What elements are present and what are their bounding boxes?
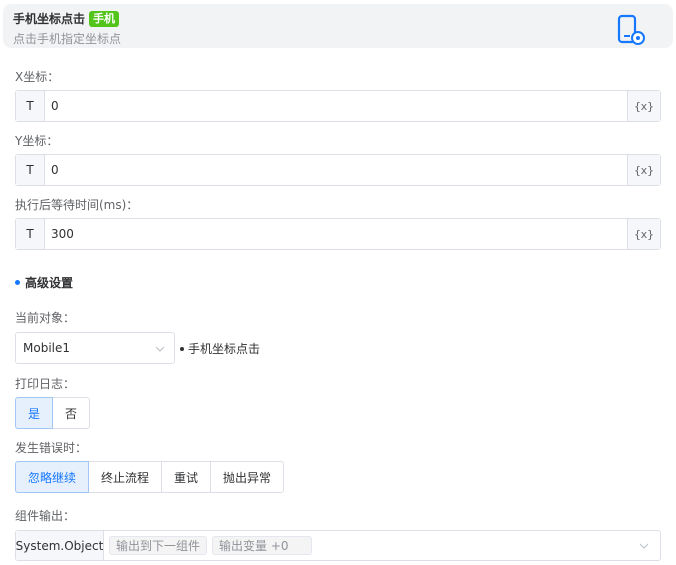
current-object-select[interactable]: Mobile1 bbox=[15, 332, 175, 364]
current-object-note: 手机坐标点击 bbox=[180, 340, 260, 357]
on-error-throw-button[interactable]: 抛出异常 bbox=[210, 461, 284, 493]
wait-variable-button[interactable]: {x} bbox=[627, 219, 660, 249]
component-title-row: 手机坐标点击 手机 bbox=[13, 10, 120, 27]
print-log-no-button[interactable]: 否 bbox=[52, 397, 90, 429]
current-object-note-text: 手机坐标点击 bbox=[188, 342, 261, 356]
wait-time-label: 执行后等待时间(ms)： bbox=[15, 198, 139, 212]
y-coordinate-field: T 0 {x} bbox=[15, 154, 661, 186]
print-log-yes-button[interactable]: 是 bbox=[15, 397, 53, 429]
wait-time-field: T 300 {x} bbox=[15, 218, 661, 250]
output-type: System.Object bbox=[16, 531, 104, 560]
advanced-settings-label: 高级设置 bbox=[25, 276, 74, 290]
y-text-mode-toggle[interactable]: T bbox=[16, 155, 45, 185]
note-bullet-icon bbox=[180, 346, 184, 351]
y-coordinate-label: Y坐标： bbox=[15, 134, 59, 148]
wait-text-mode-toggle[interactable]: T bbox=[16, 219, 45, 249]
category-tag: 手机 bbox=[89, 10, 120, 27]
chevron-down-icon bbox=[639, 543, 649, 549]
output-next-component-chip: 输出到下一组件 bbox=[109, 536, 208, 555]
x-coordinate-label: X坐标： bbox=[15, 70, 60, 84]
current-object-value: Mobile1 bbox=[23, 341, 70, 355]
on-error-options: 忽略继续 终止流程 重试 抛出异常 bbox=[15, 461, 284, 493]
on-error-ignore-button[interactable]: 忽略继续 bbox=[15, 461, 89, 493]
section-bullet-icon bbox=[15, 280, 20, 285]
on-error-label: 发生错误时： bbox=[15, 441, 88, 455]
wait-time-input[interactable]: 300 bbox=[45, 219, 627, 249]
y-coordinate-input[interactable]: 0 bbox=[45, 155, 627, 185]
print-log-label: 打印日志： bbox=[15, 377, 76, 391]
phone-gear-icon bbox=[617, 14, 645, 45]
output-variable-chip: 输出变量 +0 bbox=[212, 536, 313, 555]
on-error-retry-button[interactable]: 重试 bbox=[161, 461, 211, 493]
y-variable-button[interactable]: {x} bbox=[627, 155, 660, 185]
on-error-terminate-button[interactable]: 终止流程 bbox=[88, 461, 162, 493]
x-text-mode-toggle[interactable]: T bbox=[16, 91, 45, 121]
current-object-label: 当前对象： bbox=[15, 311, 76, 325]
x-coordinate-input[interactable]: 0 bbox=[45, 91, 627, 121]
component-header: 手机坐标点击 手机 点击手机指定坐标点 bbox=[3, 4, 673, 48]
chevron-down-icon bbox=[155, 346, 165, 352]
print-log-toggle: 是 否 bbox=[15, 397, 90, 429]
component-title: 手机坐标点击 bbox=[13, 12, 86, 26]
output-label: 组件输出： bbox=[15, 509, 76, 523]
component-subtitle: 点击手机指定坐标点 bbox=[13, 32, 122, 46]
advanced-settings-title: 高级设置 bbox=[15, 274, 73, 291]
x-coordinate-field: T 0 {x} bbox=[15, 90, 661, 122]
x-variable-button[interactable]: {x} bbox=[627, 91, 660, 121]
output-select[interactable]: System.Object 输出到下一组件 输出变量 +0 bbox=[15, 530, 661, 561]
